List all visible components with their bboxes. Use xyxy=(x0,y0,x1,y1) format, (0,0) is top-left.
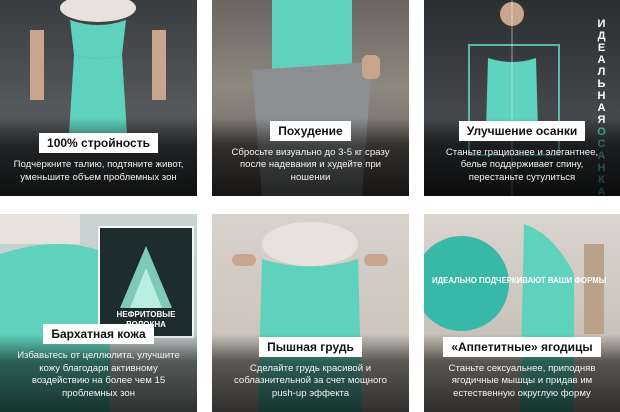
tile-description: Сделайте грудь красивой и соблазнительно… xyxy=(234,362,387,399)
tile-title: Бархатная кожа xyxy=(43,324,154,344)
vertical-letter: И xyxy=(597,18,607,30)
vertical-letter: А xyxy=(597,54,607,66)
benefit-tile-weight-loss[interactable]: Похудение Сбросьте визуально до 3-5 кг с… xyxy=(212,0,409,196)
tile-caption: «Аппетитные» ягодицы Станьте сексуальнее… xyxy=(424,336,620,401)
tile-title: Похудение xyxy=(270,120,351,141)
benefit-tile-buttocks[interactable]: ИДЕАЛЬНО ПОДЧЕРКИВАЮТ ВАШИ ФОРМЫ «Аппети… xyxy=(424,214,620,412)
tile-description: Станьте грациознее и элегантнее, белье п… xyxy=(445,146,599,183)
vertical-letter: Д xyxy=(597,30,607,42)
tile-caption: Улучшение осанки Станьте грациознее и эл… xyxy=(424,120,620,185)
tile-description: Станьте сексуальнее, приподняв ягодичные… xyxy=(448,362,596,399)
tile-title: Пышная грудь xyxy=(259,336,362,357)
vertical-letter: Ь xyxy=(597,78,607,90)
benefit-tile-posture[interactable]: ИДЕАЛЬНАЯ ОСАНКА Улучшение осанки Станьт… xyxy=(424,0,620,196)
tile-title: 100% стройность xyxy=(39,133,158,153)
benefit-tile-lush-bust[interactable]: Пышная грудь Сделайте грудь красивой и с… xyxy=(212,214,409,412)
benefits-grid: 100% стройность Подчеркните талию, подтя… xyxy=(0,0,620,412)
tile-caption: Пышная грудь Сделайте грудь красивой и с… xyxy=(212,336,409,401)
tile-description: Избавьтесь от целлюлита, улучшите кожу б… xyxy=(17,350,180,399)
tile-title: «Аппетитные» ягодицы xyxy=(443,336,601,357)
circle-label: ИДЕАЛЬНО ПОДЧЕРКИВАЮТ ВАШИ ФОРМЫ xyxy=(432,276,607,285)
tile-caption: Бархатная кожа Избавьтесь от целлюлита, … xyxy=(0,324,197,400)
tile-description: Сбросьте визуально до 3-5 кг сразу после… xyxy=(231,146,390,183)
benefit-tile-slimness[interactable]: 100% стройность Подчеркните талию, подтя… xyxy=(0,0,197,196)
vertical-letter: Н xyxy=(597,90,607,102)
tile-caption: Похудение Сбросьте визуально до 3-5 кг с… xyxy=(212,120,409,185)
benefit-tile-velvet-skin[interactable]: НЕФРИТОВЫЕ ВОЛОКНА Бархатная кожа Избавь… xyxy=(0,214,197,412)
vertical-letter: Е xyxy=(597,42,607,54)
jade-fibers-inset: НЕФРИТОВЫЕ ВОЛОКНА xyxy=(98,226,194,338)
vertical-letter: А xyxy=(597,102,607,114)
tile-caption: 100% стройность Подчеркните талию, подтя… xyxy=(0,133,197,184)
tile-title: Улучшение осанки xyxy=(458,120,586,141)
vertical-letter: Л xyxy=(597,66,607,78)
tile-description: Подчеркните талию, подтяните живот, умен… xyxy=(13,159,184,183)
